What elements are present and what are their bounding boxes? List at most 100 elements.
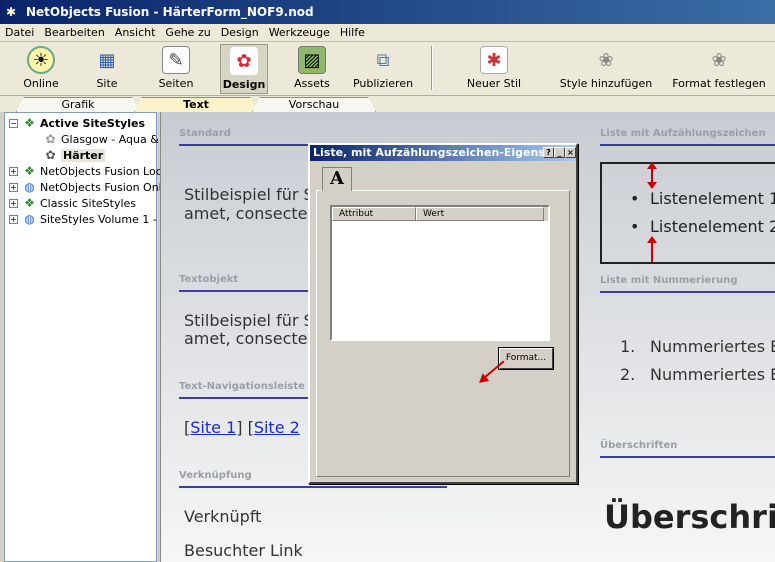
standard-sample-line2[interactable]: amet, consectet bbox=[184, 204, 314, 223]
column-attribut[interactable]: Attribut bbox=[332, 207, 416, 221]
minimize-button[interactable]: _ bbox=[554, 147, 565, 158]
textobjekt-section-label: Textobjekt bbox=[179, 274, 239, 285]
globe-icon: ◍ bbox=[24, 211, 35, 226]
tree-item-volume1[interactable]: + ◍ SiteStyles Volume 1 - S bbox=[9, 211, 167, 227]
site-label: Site bbox=[96, 77, 118, 90]
online-icon: ☀ bbox=[27, 46, 55, 74]
expand-icon[interactable]: + bbox=[9, 182, 18, 192]
menu-gehe-zu[interactable]: Gehe zu bbox=[160, 26, 215, 39]
assets-button[interactable]: ▨ Assets bbox=[284, 44, 340, 94]
numbered-list-rule bbox=[600, 291, 775, 293]
standard-sample-line1[interactable]: Stilbeispiel für S bbox=[184, 185, 314, 204]
tree-item-glasgow[interactable]: ✿ Glasgow - Aqua & G bbox=[43, 131, 171, 147]
toolbar-separator bbox=[431, 46, 433, 90]
format-festlegen-button[interactable]: ❀ Format festlegen bbox=[668, 44, 770, 94]
online-label: Online bbox=[23, 77, 59, 90]
expand-icon[interactable]: + bbox=[9, 198, 18, 208]
design-label: Design bbox=[222, 78, 266, 91]
bullet-list-rule bbox=[600, 144, 775, 146]
format-button[interactable]: Format... bbox=[498, 347, 554, 370]
nav-link-site1[interactable]: Site 1 bbox=[190, 418, 236, 437]
set-format-icon: ❀ bbox=[711, 49, 727, 71]
globe-icon: ◍ bbox=[24, 179, 35, 194]
style-icon: ✿ bbox=[45, 131, 56, 146]
sitestyles-tree: − ❖ Active SiteStyles ✿ Glasgow - Aqua &… bbox=[4, 112, 172, 562]
window-titlebar: ✱ NetObjects Fusion - HärterForm_NOF9.no… bbox=[0, 0, 775, 24]
bullet-list-item1[interactable]: Listenelement 1 bbox=[630, 189, 775, 208]
tree-label: NetObjects Fusion Local bbox=[40, 164, 172, 178]
assets-image-icon: ▨ bbox=[298, 46, 326, 74]
arrow-down-head bbox=[647, 182, 657, 189]
arrow-up-head bbox=[647, 236, 657, 243]
collapse-icon[interactable]: − bbox=[9, 118, 18, 128]
sitestyles-folder-icon: ❖ bbox=[24, 163, 35, 178]
menu-hilfe[interactable]: Hilfe bbox=[335, 26, 370, 39]
site-structure-icon: ▦ bbox=[98, 49, 116, 71]
tree-label: SiteStyles Volume 1 - S bbox=[40, 212, 168, 226]
link-sample[interactable]: Verknüpft bbox=[184, 507, 261, 526]
textobjekt-sample-line1[interactable]: Stilbeispiel für S bbox=[184, 311, 314, 330]
design-button[interactable]: ✿ Design bbox=[220, 44, 268, 94]
numbered-list-item1[interactable]: Nummeriertes E bbox=[650, 337, 775, 356]
visited-link-sample[interactable]: Besuchter Link bbox=[184, 541, 303, 560]
numbered-item1-number: 1. bbox=[620, 337, 636, 356]
text-format-tab[interactable]: A bbox=[322, 167, 352, 191]
new-style-icon: ✱ bbox=[480, 46, 508, 74]
nav-link-site2[interactable]: Site 2 bbox=[254, 418, 300, 437]
column-wert[interactable]: Wert bbox=[416, 207, 544, 221]
headings-rule bbox=[600, 456, 775, 458]
numbered-list-item2[interactable]: Nummeriertes E bbox=[650, 365, 775, 384]
bullet-list-item2[interactable]: Listenelement 2 bbox=[630, 217, 775, 236]
add-style-icon: ❀ bbox=[598, 49, 614, 71]
seiten-label: Seiten bbox=[158, 77, 194, 90]
seiten-button[interactable]: ✎ Seiten bbox=[148, 44, 204, 94]
numbered-list-section-label: Liste mit Nummerierung bbox=[600, 275, 738, 286]
assets-label: Assets bbox=[294, 77, 330, 90]
text-navbar: [Site 1] [Site 2 bbox=[184, 418, 300, 437]
close-button[interactable]: × bbox=[565, 147, 576, 158]
menu-werkzeuge[interactable]: Werkzeuge bbox=[264, 26, 335, 39]
menu-bearbeiten[interactable]: Bearbeiten bbox=[39, 26, 109, 39]
view-tabs: Grafik Text Vorschau bbox=[0, 96, 775, 112]
textobjekt-sample-line2[interactable]: amet, consectet bbox=[184, 329, 314, 348]
publizieren-button[interactable]: ⧉ Publizieren bbox=[346, 44, 420, 94]
tree-item-active-sitestyles[interactable]: − ❖ Active SiteStyles bbox=[9, 115, 145, 131]
online-button[interactable]: ☀ Online bbox=[14, 44, 68, 94]
bullet-list-selection[interactable] bbox=[600, 162, 775, 264]
expand-icon[interactable]: + bbox=[9, 214, 18, 224]
tab-text[interactable]: Text bbox=[134, 97, 258, 112]
tree-item-nof-online[interactable]: + ◍ NetObjects Fusion Onli bbox=[9, 179, 165, 195]
tree-label: Classic SiteStyles bbox=[40, 196, 137, 210]
nav-section-label: Text-Navigationsleiste bbox=[179, 381, 305, 392]
expand-icon[interactable]: + bbox=[9, 166, 18, 176]
menu-ansicht[interactable]: Ansicht bbox=[110, 26, 161, 39]
tab-vorschau[interactable]: Vorschau bbox=[252, 97, 376, 112]
main-toolbar: ☀ Online ▦ Site ✎ Seiten ✿ Design ▨ Asse… bbox=[0, 42, 775, 96]
tree-item-haerter[interactable]: ✿ Härter bbox=[43, 147, 106, 163]
spacing-arrow-bottom bbox=[651, 240, 653, 262]
tree-item-classic[interactable]: + ❖ Classic SiteStyles bbox=[9, 195, 136, 211]
help-button[interactable]: ? bbox=[543, 147, 554, 158]
heading-sample[interactable]: Überschri bbox=[604, 498, 775, 536]
neuer-stil-button[interactable]: ✱ Neuer Stil bbox=[458, 44, 530, 94]
tree-label: Active SiteStyles bbox=[40, 116, 146, 130]
page-edit-icon: ✎ bbox=[162, 46, 190, 74]
style-hinzufuegen-label: Style hinzufügen bbox=[559, 77, 653, 90]
tree-label: NetObjects Fusion Onli bbox=[40, 180, 165, 194]
app-icon: ✱ bbox=[6, 5, 17, 19]
sitestyles-folder-icon: ❖ bbox=[24, 195, 35, 210]
neuer-stil-label: Neuer Stil bbox=[466, 77, 522, 90]
attribute-grid[interactable]: Attribut Wert bbox=[330, 205, 550, 341]
dialog-title: Liste, mit Aufzählungszeichen-Eigensc... bbox=[310, 145, 576, 161]
tab-grafik[interactable]: Grafik bbox=[16, 97, 140, 112]
menu-datei[interactable]: Datei bbox=[0, 26, 39, 39]
nav-separator: ] [ bbox=[236, 418, 254, 437]
tree-item-nof-local[interactable]: + ❖ NetObjects Fusion Local bbox=[9, 163, 172, 179]
list-properties-dialog: Liste, mit Aufzählungszeichen-Eigensc...… bbox=[308, 143, 578, 484]
tree-label: Glasgow - Aqua & G bbox=[61, 132, 171, 146]
style-hinzufuegen-button[interactable]: ❀ Style hinzufügen bbox=[556, 44, 656, 94]
menu-design[interactable]: Design bbox=[216, 26, 264, 39]
standard-section-label: Standard bbox=[179, 128, 231, 139]
site-button[interactable]: ▦ Site bbox=[80, 44, 134, 94]
active-style-icon: ✿ bbox=[45, 147, 56, 162]
